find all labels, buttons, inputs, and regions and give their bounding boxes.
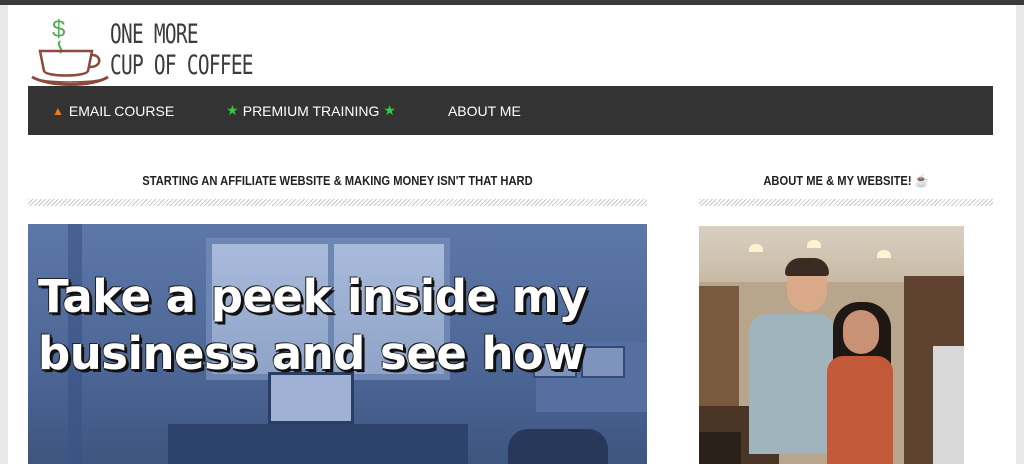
about-me-photo <box>699 226 964 464</box>
sidebar-heading: ABOUT ME & MY WEBSITE! ☕ <box>763 173 929 188</box>
hero-image[interactable]: Take a peek inside my business and see h… <box>28 224 647 464</box>
main-section-heading: STARTING AN AFFILIATE WEBSITE & MAKING M… <box>142 173 533 188</box>
nav-item-label: ABOUT ME <box>447 102 521 119</box>
hero-image-detail <box>168 424 468 464</box>
hero-image-detail <box>508 429 608 464</box>
nav-item-label: EMAIL COURSE <box>68 102 175 119</box>
svg-text:$: $ <box>52 16 65 43</box>
photo-detail <box>877 250 891 258</box>
photo-detail <box>807 240 821 248</box>
photo-detail <box>843 310 879 354</box>
nav-item-email-course[interactable]: ▲ EMAIL COURSE <box>28 86 174 135</box>
photo-detail <box>699 226 964 282</box>
page-container: $ ONE MORE CUP OF COFFEE ▲ EMAIL COURSE … <box>8 5 1016 464</box>
photo-person-man <box>749 314 835 454</box>
photo-detail <box>827 356 893 464</box>
hero-caption-line-1: Take a peek inside my <box>38 270 587 323</box>
fire-icon: ▲ <box>52 103 64 118</box>
sidebar-heading-divider <box>699 199 993 206</box>
coffee-cup-logo-icon: $ <box>31 16 109 86</box>
logo-line-2: CUP OF COFFEE <box>110 50 254 81</box>
nav-item-about-me[interactable]: ABOUT ME <box>448 86 521 135</box>
photo-detail <box>699 286 739 406</box>
heading-divider <box>28 199 647 206</box>
logo-text: ONE MORE CUP OF COFFEE <box>110 19 254 81</box>
photo-detail <box>749 244 763 252</box>
nav-item-label: PREMIUM TRAINING <box>242 102 380 119</box>
hero-caption-line-2: business and see how <box>38 327 585 380</box>
star-icon: ★ <box>226 102 239 118</box>
photo-detail <box>933 346 964 464</box>
photo-detail <box>699 432 741 464</box>
hero-caption: Take a peek inside my business and see h… <box>38 268 647 382</box>
photo-detail <box>785 258 829 276</box>
main-nav: ▲ EMAIL COURSE ★ PREMIUM TRAINING ★ ABOU… <box>28 86 993 135</box>
star-icon: ★ <box>383 102 396 118</box>
nav-item-premium-training[interactable]: ★ PREMIUM TRAINING ★ <box>222 86 400 135</box>
site-logo[interactable]: $ ONE MORE CUP OF COFFEE <box>30 13 254 89</box>
logo-line-1: ONE MORE <box>110 19 199 50</box>
